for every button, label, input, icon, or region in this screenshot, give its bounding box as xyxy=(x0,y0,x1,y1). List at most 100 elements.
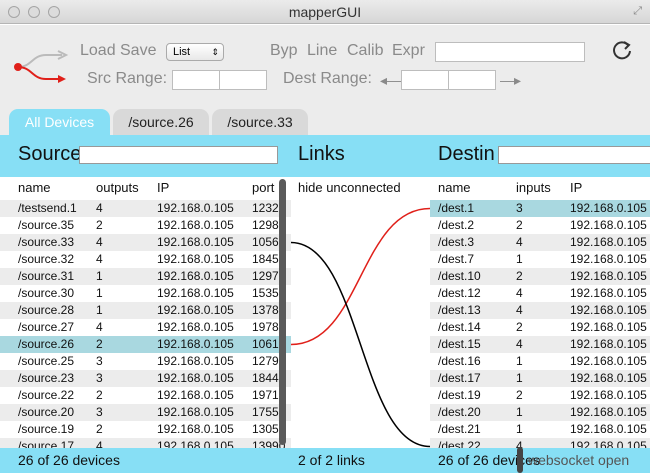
sources-scrollbar[interactable] xyxy=(279,179,286,445)
source-cell-name: /source.32 xyxy=(18,252,75,266)
arrow-left-icon[interactable]: ◂— xyxy=(380,72,401,89)
destination-cell-name: /dest.20 xyxy=(438,405,481,419)
dest-range-max-input[interactable] xyxy=(448,70,496,90)
source-cell-outputs: 4 xyxy=(96,252,103,266)
src-range-min-input[interactable] xyxy=(172,70,220,90)
arrow-right-icon[interactable]: —▸ xyxy=(500,72,521,89)
refresh-icon[interactable] xyxy=(610,39,634,63)
hide-unconnected-toggle[interactable]: hide unconnected xyxy=(298,180,401,195)
destination-cell-ip: 192.168.0.105 xyxy=(570,286,647,300)
source-row[interactable]: /source.20 3 192.168.0.105 17558 xyxy=(0,404,291,421)
col-dst-name[interactable]: name xyxy=(438,180,471,195)
destination-cell-inputs: 1 xyxy=(516,405,523,419)
destination-cell-name: /dest.7 xyxy=(438,252,475,266)
destination-row[interactable]: /dest.7 1 192.168.0.105 xyxy=(430,251,650,268)
destination-cell-name: /dest.16 xyxy=(438,354,481,368)
link-line-0[interactable] xyxy=(291,207,430,346)
destinations-scrollbar[interactable] xyxy=(517,447,523,473)
source-row[interactable]: /source.33 4 192.168.0.105 10562 xyxy=(0,234,291,251)
source-row[interactable]: /source.19 2 192.168.0.105 13058 xyxy=(0,421,291,438)
destination-row[interactable]: /dest.2 2 192.168.0.105 xyxy=(430,217,650,234)
destination-row[interactable]: /dest.1 3 192.168.0.105 xyxy=(430,200,650,217)
source-row[interactable]: /source.32 4 192.168.0.105 18457 xyxy=(0,251,291,268)
destination-row[interactable]: /dest.16 1 192.168.0.105 xyxy=(430,353,650,370)
destination-cell-inputs: 1 xyxy=(516,422,523,436)
destination-row[interactable]: /dest.20 1 192.168.0.105 xyxy=(430,404,650,421)
destination-cell-name: /dest.22 xyxy=(438,439,481,448)
src-range-max-input[interactable] xyxy=(219,70,267,90)
destination-cell-ip: 192.168.0.105 xyxy=(570,439,647,448)
destination-cell-inputs: 1 xyxy=(516,354,523,368)
tab-source-26[interactable]: /source.26 xyxy=(113,109,209,135)
source-row[interactable]: /source.17 4 192.168.0.105 13990 xyxy=(0,438,291,448)
destination-row[interactable]: /dest.10 2 192.168.0.105 xyxy=(430,268,650,285)
expr-button[interactable]: Expr xyxy=(392,42,425,60)
destination-row[interactable]: /dest.3 4 192.168.0.105 xyxy=(430,234,650,251)
src-range-label: Src Range: xyxy=(87,70,168,87)
source-cell-name: /source.28 xyxy=(18,303,75,317)
col-dst-inputs[interactable]: inputs xyxy=(516,180,551,195)
mapper-logo-icon xyxy=(14,50,69,83)
col-src-ip[interactable]: IP xyxy=(157,180,169,195)
link-line-1[interactable] xyxy=(291,241,430,448)
destinations-filter-input[interactable] xyxy=(498,146,650,164)
destination-row[interactable]: /dest.15 4 192.168.0.105 xyxy=(430,336,650,353)
destination-row[interactable]: /dest.13 4 192.168.0.105 xyxy=(430,302,650,319)
panel-header-bar: Source Links Destin xyxy=(0,135,650,177)
window-title: mapperGUI xyxy=(288,4,362,20)
load-button[interactable]: Load xyxy=(80,42,116,60)
fullscreen-icon[interactable]: ⤢ xyxy=(633,5,642,18)
tab-bar: All Devices /source.26 /source.33 xyxy=(0,107,650,135)
source-cell-ip: 192.168.0.105 xyxy=(157,422,234,436)
title-bar: mapperGUI ⤢ xyxy=(0,0,650,24)
source-row[interactable]: /testsend.1 4 192.168.0.105 12329 xyxy=(0,200,291,217)
col-dst-ip[interactable]: IP xyxy=(570,180,582,195)
source-cell-name: /source.20 xyxy=(18,405,75,419)
bypass-button[interactable]: Byp xyxy=(270,42,298,60)
destination-cell-inputs: 4 xyxy=(516,303,523,317)
col-src-name[interactable]: name xyxy=(18,180,51,195)
source-row[interactable]: /source.35 2 192.168.0.105 12986 xyxy=(0,217,291,234)
source-row[interactable]: /source.30 1 192.168.0.105 15357 xyxy=(0,285,291,302)
sources-filter-input[interactable] xyxy=(79,146,278,164)
tab-all-devices[interactable]: All Devices xyxy=(9,109,110,135)
source-row[interactable]: /source.22 2 192.168.0.105 19717 xyxy=(0,387,291,404)
destination-row[interactable]: /dest.19 2 192.168.0.105 xyxy=(430,387,650,404)
destination-cell-ip: 192.168.0.105 xyxy=(570,303,647,317)
source-row[interactable]: /source.25 3 192.168.0.105 12793 xyxy=(0,353,291,370)
links-canvas[interactable] xyxy=(291,200,430,448)
sources-count: 26 of 26 devices xyxy=(18,452,120,468)
destination-cell-ip: 192.168.0.105 xyxy=(570,269,647,283)
destination-cell-ip: 192.168.0.105 xyxy=(570,422,647,436)
expression-input[interactable] xyxy=(435,42,585,62)
view-mode-select[interactable]: List ⇕ xyxy=(166,43,224,61)
source-row[interactable]: /source.28 1 192.168.0.105 13787 xyxy=(0,302,291,319)
source-row[interactable]: /source.23 3 192.168.0.105 18443 xyxy=(0,370,291,387)
websocket-status: websocket open xyxy=(528,452,630,468)
destination-cell-inputs: 4 xyxy=(516,337,523,351)
source-row[interactable]: /source.27 4 192.168.0.105 19788 xyxy=(0,319,291,336)
source-cell-ip: 192.168.0.105 xyxy=(157,439,234,448)
destination-cell-name: /dest.17 xyxy=(438,371,481,385)
destination-row[interactable]: /dest.22 4 192.168.0.105 xyxy=(430,438,650,448)
source-cell-outputs: 4 xyxy=(96,439,103,448)
dest-range-min-input[interactable] xyxy=(401,70,449,90)
destination-row[interactable]: /dest.21 1 192.168.0.105 xyxy=(430,421,650,438)
line-button[interactable]: Line xyxy=(307,42,337,60)
tab-source-33[interactable]: /source.33 xyxy=(212,109,308,135)
destination-cell-ip: 192.168.0.105 xyxy=(570,252,647,266)
col-src-port[interactable]: port xyxy=(252,180,274,195)
destination-cell-name: /dest.19 xyxy=(438,388,481,402)
source-row[interactable]: /source.26 2 192.168.0.105 10618 xyxy=(0,336,291,353)
source-row[interactable]: /source.31 1 192.168.0.105 12971 xyxy=(0,268,291,285)
save-button[interactable]: Save xyxy=(120,42,156,60)
column-header-row: name outputs IP port hide unconnected na… xyxy=(0,177,650,199)
destination-row[interactable]: /dest.12 4 192.168.0.105 xyxy=(430,285,650,302)
source-cell-ip: 192.168.0.105 xyxy=(157,320,234,334)
source-cell-ip: 192.168.0.105 xyxy=(157,354,234,368)
destination-cell-name: /dest.2 xyxy=(438,218,475,232)
destination-row[interactable]: /dest.14 2 192.168.0.105 xyxy=(430,319,650,336)
destination-row[interactable]: /dest.17 1 192.168.0.105 xyxy=(430,370,650,387)
calib-button[interactable]: Calib xyxy=(347,42,383,60)
col-src-outputs[interactable]: outputs xyxy=(96,180,139,195)
